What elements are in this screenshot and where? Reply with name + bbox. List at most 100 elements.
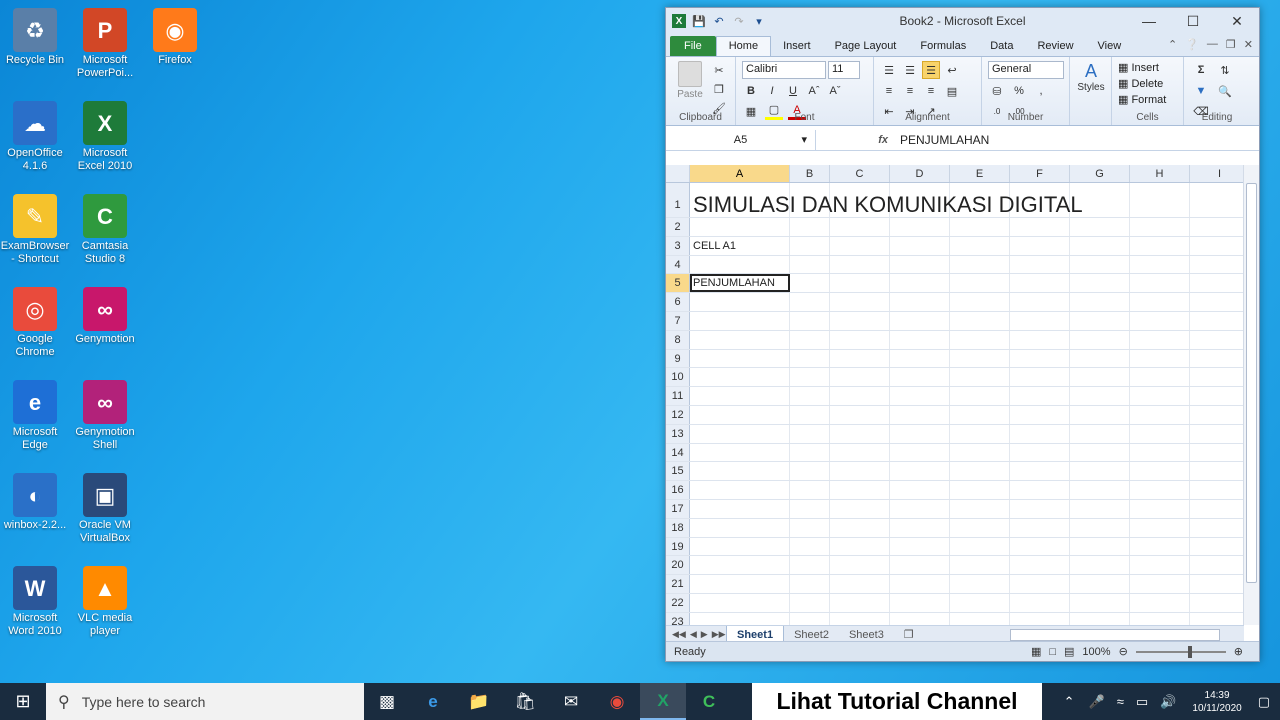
camtasia-taskbar-icon[interactable]: C [686, 683, 732, 720]
cell-b14[interactable] [790, 443, 830, 462]
cell-d11[interactable] [890, 387, 950, 405]
normal-view-icon[interactable]: ▦ [1031, 645, 1041, 658]
cell-i2[interactable] [1190, 218, 1244, 236]
cell-b8[interactable] [790, 330, 830, 349]
cell-i17[interactable] [1190, 500, 1244, 518]
merge-center-icon[interactable]: ▤ [943, 82, 961, 100]
workbook-restore-icon[interactable]: ❐ [1226, 38, 1236, 51]
cell-h15[interactable] [1130, 462, 1190, 481]
chrome-taskbar-icon[interactable]: ◉ [594, 683, 640, 720]
taskbar-search[interactable]: ⚲ Type here to search [46, 683, 364, 720]
cell-f21[interactable] [1010, 575, 1070, 593]
help-icon[interactable]: ❔ [1185, 38, 1199, 51]
cell-f7[interactable] [1010, 311, 1070, 330]
cell-a17[interactable] [690, 499, 790, 518]
cell-i11[interactable] [1190, 387, 1244, 405]
cell-c20[interactable] [830, 556, 890, 575]
cell-h8[interactable] [1130, 330, 1190, 349]
cell-f16[interactable] [1010, 481, 1070, 499]
cell-g17[interactable] [1070, 499, 1130, 518]
tab-page-layout[interactable]: Page Layout [823, 37, 909, 56]
desktop-shortcut[interactable]: C Camtasia Studio 8 [70, 194, 140, 266]
cell-g16[interactable] [1070, 481, 1130, 499]
cell-b4[interactable] [790, 255, 830, 274]
tab-file[interactable]: File [670, 36, 716, 56]
tab-insert[interactable]: Insert [771, 37, 823, 56]
workbook-close-icon[interactable]: ✕ [1244, 38, 1253, 51]
cell-d7[interactable] [890, 311, 950, 330]
cell-a22[interactable] [690, 593, 790, 612]
vertical-scrollbar[interactable] [1243, 165, 1259, 625]
clock[interactable]: 14:39 10/11/2020 [1192, 689, 1241, 715]
cell-b9[interactable] [790, 349, 830, 368]
cell-a12[interactable] [690, 405, 790, 424]
insert-cells-button[interactable]: ▦ Insert [1118, 61, 1166, 74]
cell-h21[interactable] [1130, 575, 1190, 593]
cell-i12[interactable] [1190, 406, 1244, 424]
volume-icon[interactable]: 🔊 [1160, 694, 1176, 710]
cell-b21[interactable] [790, 575, 830, 593]
cell-c16[interactable] [830, 481, 890, 499]
cell-e19[interactable] [950, 537, 1010, 556]
cell-g13[interactable] [1070, 424, 1130, 443]
cell-b10[interactable] [790, 368, 830, 387]
comma-style-button[interactable]: , [1032, 82, 1050, 100]
cell-d12[interactable] [890, 405, 950, 424]
cell-d9[interactable] [890, 349, 950, 368]
cell-g11[interactable] [1070, 387, 1130, 405]
cell-f13[interactable] [1010, 424, 1070, 443]
cell-c14[interactable] [830, 443, 890, 462]
cell-d2[interactable] [890, 218, 950, 236]
cell-a18[interactable] [690, 518, 790, 537]
cell-d21[interactable] [890, 575, 950, 593]
cell-h4[interactable] [1130, 255, 1190, 274]
show-hidden-icons[interactable]: ⌃ [1064, 694, 1075, 710]
tab-formulas[interactable]: Formulas [908, 37, 978, 56]
cell-e15[interactable] [950, 462, 1010, 481]
cell-d15[interactable] [890, 462, 950, 481]
cell-e3[interactable] [950, 236, 1010, 255]
sheet-tab-sheet3[interactable]: Sheet3 [839, 629, 894, 641]
desktop-shortcut[interactable]: ✎ ExamBrowser - Shortcut [0, 194, 70, 266]
column-header-c[interactable]: C [830, 165, 890, 182]
task-view-icon[interactable]: ▩ [364, 683, 410, 720]
desktop-shortcut[interactable]: ♻ Recycle Bin [0, 8, 70, 67]
cell-f17[interactable] [1010, 499, 1070, 518]
cell-b5[interactable] [790, 274, 830, 293]
cell-c12[interactable] [830, 405, 890, 424]
cell-g9[interactable] [1070, 349, 1130, 368]
name-box[interactable]: A5 ▾ [666, 129, 816, 150]
formula-input[interactable]: PENJUMLAHAN [896, 133, 1259, 147]
delete-cells-button[interactable]: ▦ Delete [1118, 77, 1166, 90]
cell-e4[interactable] [950, 255, 1010, 274]
cell-h2[interactable] [1130, 218, 1190, 236]
sort-filter-icon[interactable]: ⇅ [1216, 61, 1234, 79]
cell-c17[interactable] [830, 499, 890, 518]
row-header[interactable]: 14 [666, 443, 690, 462]
minimize-button[interactable]: — [1127, 8, 1171, 34]
cell-a2[interactable] [690, 218, 790, 236]
cell-h13[interactable] [1130, 424, 1190, 443]
row-header[interactable]: 21 [666, 575, 690, 593]
start-button[interactable]: ⊞ [0, 683, 46, 720]
cell-f12[interactable] [1010, 405, 1070, 424]
sheet-tab-sheet2[interactable]: Sheet2 [784, 629, 839, 641]
cell-i1[interactable] [1190, 183, 1244, 217]
customize-qat-icon[interactable]: ▾ [752, 14, 766, 28]
cell-f20[interactable] [1010, 556, 1070, 575]
cell-c4[interactable] [830, 255, 890, 274]
cell-e11[interactable] [950, 387, 1010, 405]
row-header[interactable]: 23 [666, 612, 690, 625]
find-select-icon[interactable]: 🔍 [1216, 82, 1234, 100]
accounting-format-icon[interactable]: ⛁ [988, 82, 1006, 100]
cell-d3[interactable] [890, 236, 950, 255]
row-header[interactable]: 10 [666, 368, 690, 387]
cell-c19[interactable] [830, 537, 890, 556]
cell-a7[interactable] [690, 311, 790, 330]
desktop-shortcut[interactable]: X Microsoft Excel 2010 [70, 101, 140, 173]
cell-d20[interactable] [890, 556, 950, 575]
cell-d22[interactable] [890, 593, 950, 612]
cell-e17[interactable] [950, 499, 1010, 518]
cell-h5[interactable] [1130, 274, 1190, 293]
column-header-f[interactable]: F [1010, 165, 1070, 182]
